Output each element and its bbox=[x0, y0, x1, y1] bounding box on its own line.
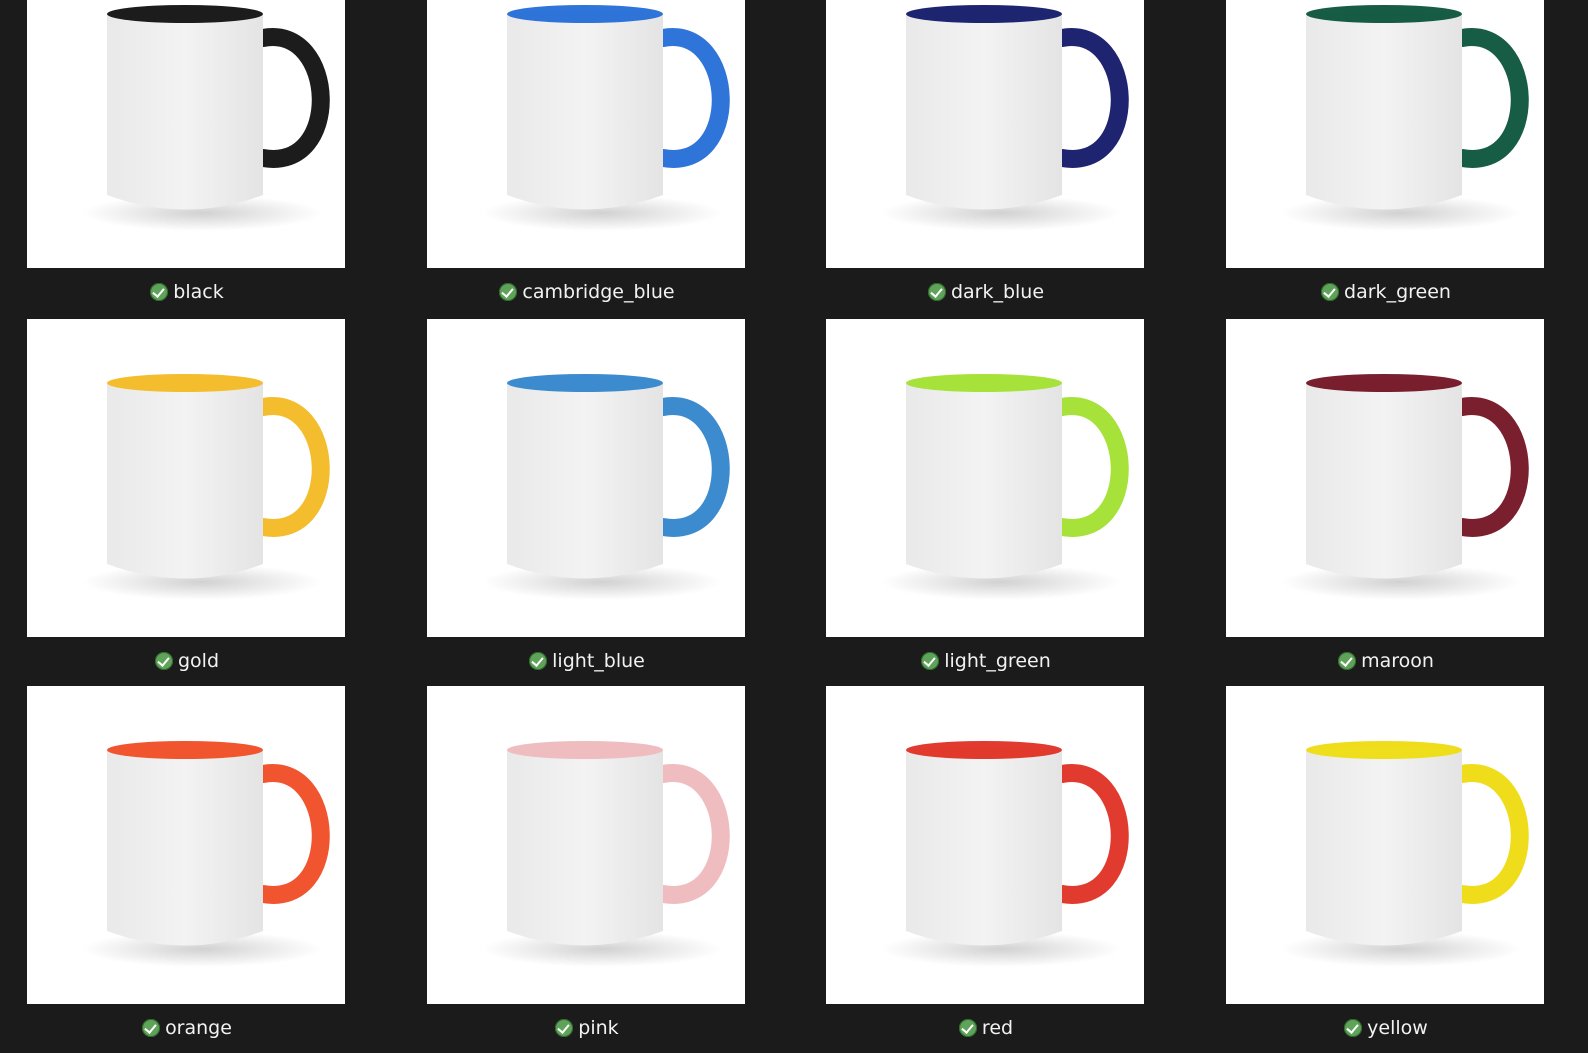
check-icon bbox=[958, 1019, 977, 1037]
thumbnail-caption[interactable]: maroon bbox=[1226, 649, 1546, 673]
file-label: pink bbox=[578, 1017, 619, 1039]
mug-thumbnail[interactable] bbox=[27, 686, 345, 1004]
thumbnail-caption[interactable]: orange bbox=[27, 1016, 347, 1040]
file-label: cambridge_blue bbox=[522, 281, 675, 303]
mug-thumbnail[interactable] bbox=[826, 319, 1144, 637]
thumbnail-caption[interactable]: yellow bbox=[1226, 1016, 1546, 1040]
mug-thumbnail[interactable] bbox=[427, 686, 745, 1004]
file-label: black bbox=[173, 281, 224, 303]
mug-thumbnail[interactable] bbox=[27, 319, 345, 637]
check-icon bbox=[927, 283, 946, 301]
check-icon bbox=[921, 652, 940, 670]
mug-color-gallery: black cambridge_blue dark_blue dark_greengo… bbox=[0, 0, 1588, 1053]
thumbnail-caption[interactable]: gold bbox=[27, 649, 347, 673]
check-icon bbox=[150, 283, 169, 301]
mug-image bbox=[482, 741, 730, 967]
check-icon bbox=[154, 652, 173, 670]
mug-image bbox=[1281, 374, 1529, 600]
check-icon bbox=[142, 1019, 161, 1037]
mug-image bbox=[881, 374, 1129, 600]
thumbnail-caption[interactable]: light_green bbox=[826, 649, 1146, 673]
mug-thumbnail[interactable] bbox=[27, 0, 345, 268]
mug-image bbox=[82, 741, 330, 967]
mug-image bbox=[881, 5, 1129, 231]
mug-image bbox=[82, 374, 330, 600]
thumbnail-caption[interactable]: pink bbox=[427, 1016, 747, 1040]
file-label: yellow bbox=[1367, 1017, 1428, 1039]
thumbnail-caption[interactable]: dark_green bbox=[1226, 280, 1546, 304]
mug-thumbnail[interactable] bbox=[427, 319, 745, 637]
mug-image bbox=[482, 374, 730, 600]
check-icon bbox=[529, 652, 548, 670]
thumbnail-caption[interactable]: dark_blue bbox=[826, 280, 1146, 304]
mug-thumbnail[interactable] bbox=[1226, 319, 1544, 637]
thumbnail-caption[interactable]: red bbox=[826, 1016, 1146, 1040]
thumbnail-caption[interactable]: cambridge_blue bbox=[427, 280, 747, 304]
mug-image bbox=[82, 5, 330, 231]
mug-image bbox=[482, 5, 730, 231]
file-label: gold bbox=[177, 650, 220, 672]
file-label: dark_green bbox=[1344, 281, 1451, 303]
mug-thumbnail[interactable] bbox=[427, 0, 745, 268]
check-icon bbox=[499, 283, 518, 301]
file-label: red bbox=[981, 1017, 1014, 1039]
mug-thumbnail[interactable] bbox=[1226, 0, 1544, 268]
check-icon bbox=[1321, 283, 1340, 301]
check-icon bbox=[1338, 652, 1357, 670]
file-label: light_green bbox=[944, 650, 1051, 672]
check-icon bbox=[555, 1019, 574, 1037]
file-label: orange bbox=[165, 1017, 232, 1039]
thumbnail-caption[interactable]: light_blue bbox=[427, 649, 747, 673]
file-label: light_blue bbox=[552, 650, 645, 672]
mug-thumbnail[interactable] bbox=[1226, 686, 1544, 1004]
mug-thumbnail[interactable] bbox=[826, 0, 1144, 268]
check-icon bbox=[1344, 1019, 1363, 1037]
mug-image bbox=[881, 741, 1129, 967]
file-label: maroon bbox=[1361, 650, 1434, 672]
mug-thumbnail[interactable] bbox=[826, 686, 1144, 1004]
mug-image bbox=[1281, 5, 1529, 231]
mug-image bbox=[1281, 741, 1529, 967]
thumbnail-caption[interactable]: black bbox=[27, 280, 347, 304]
file-label: dark_blue bbox=[950, 281, 1045, 303]
